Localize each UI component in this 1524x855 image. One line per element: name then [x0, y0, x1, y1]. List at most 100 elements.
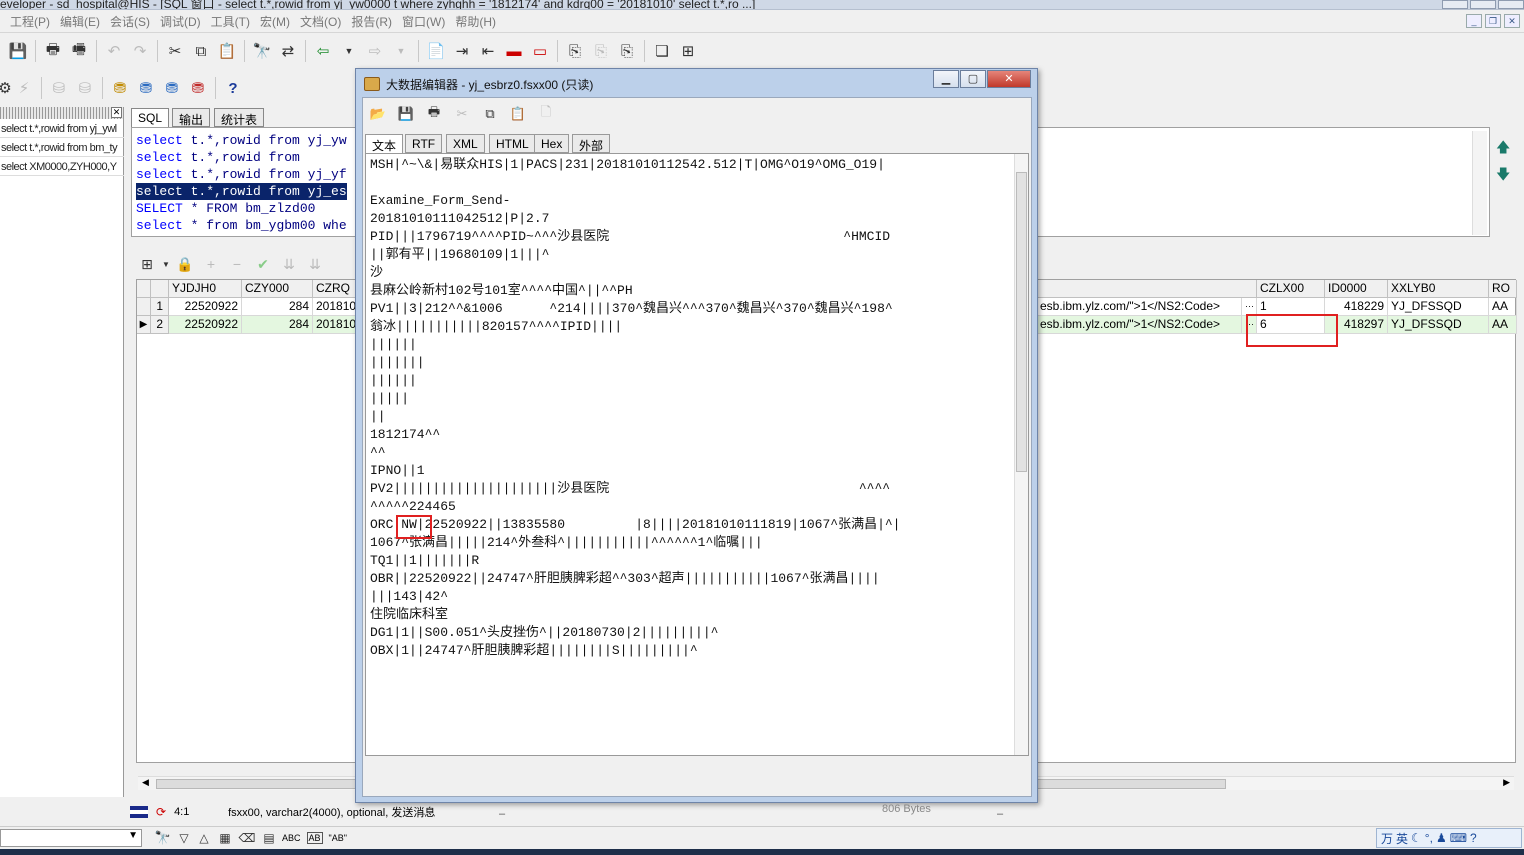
- dialog-close-button[interactable]: ✕: [987, 70, 1031, 88]
- mdi-close-button[interactable]: ✕: [1504, 14, 1520, 28]
- column-header[interactable]: CZLX00: [1257, 280, 1325, 298]
- comment-icon[interactable]: ▬: [502, 39, 526, 63]
- undo-icon[interactable]: ↶: [102, 39, 126, 63]
- minimize-button[interactable]: [1442, 0, 1468, 9]
- log-on-icon[interactable]: ⛃: [108, 76, 132, 100]
- scroll-left-icon[interactable]: ◀: [142, 777, 149, 788]
- connection-icon[interactable]: ⛃: [160, 76, 184, 100]
- commit-icon[interactable]: ⛁: [47, 76, 71, 100]
- column-header[interactable]: [1037, 280, 1257, 298]
- regex-toggle[interactable]: "AB": [329, 833, 347, 843]
- grid-cell[interactable]: YJ_DFSSQD: [1388, 316, 1489, 334]
- disconnect-icon[interactable]: ⛃: [186, 76, 210, 100]
- windows-cascade-icon[interactable]: ❏: [650, 39, 674, 63]
- explain-plan-icon[interactable]: ⎘: [563, 39, 587, 63]
- redo-icon[interactable]: ↷: [128, 39, 152, 63]
- eraser-icon[interactable]: ⌫: [236, 826, 258, 850]
- mdi-minimize-button[interactable]: _: [1466, 14, 1482, 28]
- chevron-down-icon[interactable]: ▼: [162, 253, 170, 275]
- sql-vertical-scrollbar[interactable]: [1472, 131, 1487, 235]
- import-dropdown-icon[interactable]: ▼: [337, 39, 361, 63]
- history-item[interactable]: select t.*,rowid from yj_ywl: [0, 120, 124, 138]
- cut-icon[interactable]: ✂: [451, 103, 473, 125]
- report-icon[interactable]: ⎘: [615, 39, 639, 63]
- grid-cell[interactable]: 201810: [313, 298, 357, 316]
- tab-hex[interactable]: Hex: [534, 134, 570, 153]
- scrollbar-thumb[interactable]: [1016, 172, 1027, 472]
- column-header[interactable]: ID0000: [1325, 280, 1388, 298]
- replace-icon[interactable]: ⇄: [276, 39, 300, 63]
- grid-cell[interactable]: 284: [242, 298, 313, 316]
- print-preview-icon[interactable]: 🖷: [67, 39, 91, 63]
- grid-view-icon[interactable]: ⊞: [136, 253, 158, 275]
- row-number[interactable]: 2: [151, 316, 169, 334]
- grid-cell[interactable]: AA: [1489, 316, 1517, 334]
- copy-icon[interactable]: ⧉: [189, 39, 213, 63]
- uncomment-icon[interactable]: ▭: [528, 39, 552, 63]
- tab-xml[interactable]: XML: [446, 134, 485, 153]
- last-page-icon[interactable]: ⇊: [304, 253, 326, 275]
- export-dropdown-icon[interactable]: ▼: [389, 39, 413, 63]
- help-icon[interactable]: ?: [221, 76, 245, 100]
- grid-cell[interactable]: AA: [1489, 298, 1517, 316]
- dialog-minimize-button[interactable]: ▁: [933, 70, 959, 88]
- save-icon[interactable]: 💾: [395, 103, 417, 125]
- column-header[interactable]: RO: [1489, 280, 1517, 298]
- sql-icon[interactable]: ⛃: [134, 76, 158, 100]
- text-content-area[interactable]: MSH|^~\&|易联众HIS|1|PACS|231|2018101011254…: [365, 153, 1029, 756]
- row-number[interactable]: 1: [151, 298, 169, 316]
- save-icon[interactable]: 💾: [6, 39, 30, 63]
- dialog-maximize-button[interactable]: ▢: [960, 70, 986, 88]
- menu-debug[interactable]: 调试(D): [155, 13, 206, 30]
- menu-report[interactable]: 报告(R): [346, 13, 397, 30]
- cut-icon[interactable]: ✂: [163, 39, 187, 63]
- grid-cell[interactable]: 22520922: [169, 316, 242, 334]
- print-icon[interactable]: 🖶: [423, 103, 445, 125]
- find-combobox[interactable]: ▼: [0, 828, 142, 847]
- next-page-icon[interactable]: ⇊: [278, 253, 300, 275]
- arrow-down-icon[interactable]: 🡇: [1496, 164, 1510, 188]
- column-header[interactable]: CZY000: [242, 280, 313, 298]
- panel-grip[interactable]: [0, 107, 124, 119]
- tab-sql[interactable]: SQL: [131, 108, 170, 128]
- maximize-button[interactable]: [1470, 0, 1496, 9]
- menu-document[interactable]: 文档(O): [295, 13, 346, 30]
- tab-text[interactable]: 文本: [365, 134, 404, 154]
- highlight-icon[interactable]: ▦: [214, 826, 236, 850]
- execute-icon[interactable]: ⚙: [0, 76, 12, 100]
- tab-statistics[interactable]: 统计表: [214, 108, 265, 127]
- case-sensitive-toggle[interactable]: ABC: [282, 833, 301, 843]
- find-previous-icon[interactable]: △: [194, 826, 214, 850]
- tab-output[interactable]: 输出: [172, 108, 211, 127]
- grid-cell[interactable]: 22520922: [169, 298, 242, 316]
- tab-rtf[interactable]: RTF: [405, 134, 443, 153]
- menu-window[interactable]: 窗口(W): [397, 13, 450, 30]
- menu-edit[interactable]: 编辑(E): [55, 13, 105, 30]
- binoculars-icon[interactable]: 🔭: [152, 826, 174, 850]
- lock-icon[interactable]: 🔒: [174, 253, 196, 275]
- paste-icon[interactable]: 📋: [215, 39, 239, 63]
- grid-cell[interactable]: 201810: [313, 316, 357, 334]
- menu-project[interactable]: 工程(P): [5, 13, 55, 30]
- vertical-scrollbar[interactable]: [1014, 154, 1028, 755]
- print-icon[interactable]: 🖶: [41, 39, 65, 63]
- grid-cell[interactable]: esb.ibm.ylz.com/">1</NS2:Code>: [1037, 316, 1242, 334]
- open-icon[interactable]: 📂: [367, 103, 389, 125]
- post-changes-icon[interactable]: ✔: [252, 253, 274, 275]
- indent-icon[interactable]: ⇥: [450, 39, 474, 63]
- column-header[interactable]: XXLYB0: [1388, 280, 1489, 298]
- close-icon[interactable]: ✕: [111, 107, 122, 118]
- history-item[interactable]: select XM0000,ZYH000,Y: [0, 158, 124, 176]
- column-header[interactable]: CZRQ: [313, 280, 357, 298]
- windows-tile-icon[interactable]: ⊞: [676, 39, 700, 63]
- grid-cell[interactable]: 284: [242, 316, 313, 334]
- add-row-icon[interactable]: +: [200, 253, 222, 275]
- grid-cell[interactable]: esb.ibm.ylz.com/">1</NS2:Code>: [1037, 298, 1242, 316]
- column-header[interactable]: YJDJH0: [169, 280, 242, 298]
- arrow-up-icon[interactable]: 🡅: [1496, 137, 1510, 161]
- load-file-icon[interactable]: 📄: [424, 39, 448, 63]
- rollback-icon[interactable]: ⛁: [73, 76, 97, 100]
- grid-cell[interactable]: YJ_DFSSQD: [1388, 298, 1489, 316]
- break-icon[interactable]: ⚡: [12, 76, 36, 100]
- unindent-icon[interactable]: ⇤: [476, 39, 500, 63]
